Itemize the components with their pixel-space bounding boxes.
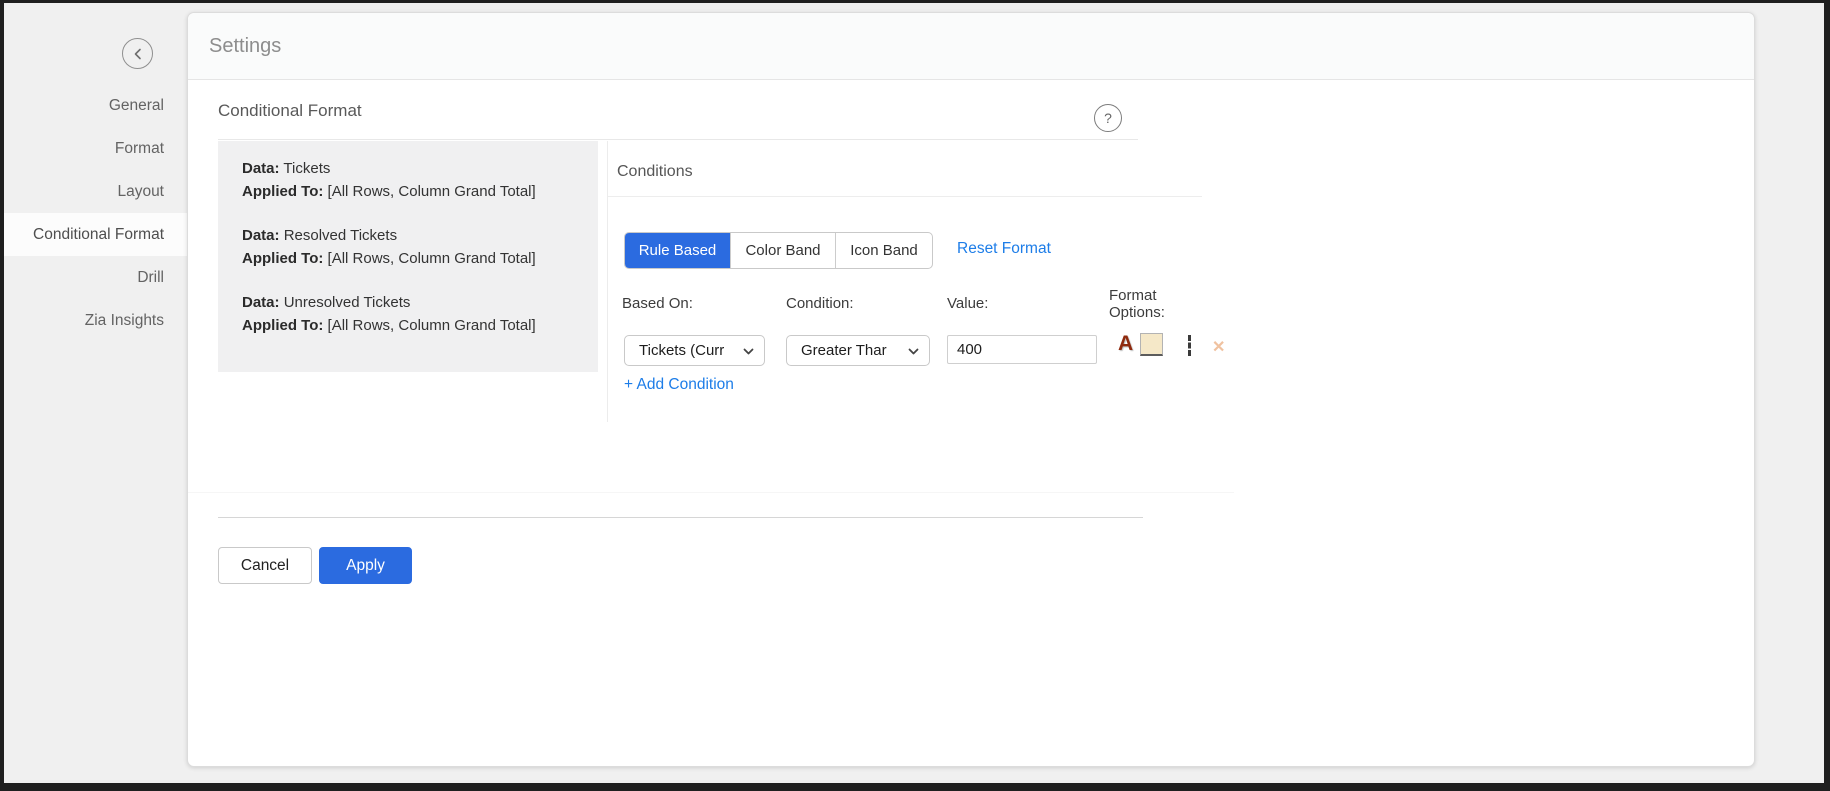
sidebar-item-conditional-format[interactable]: Conditional Format bbox=[4, 213, 187, 256]
background-color-swatch-icon[interactable] bbox=[1140, 333, 1163, 356]
list-item[interactable]: Data: Unresolved Tickets Applied To: [Al… bbox=[242, 291, 580, 337]
data-label: Data: bbox=[242, 160, 280, 177]
page-title: Settings bbox=[209, 35, 281, 58]
condition-label: Condition: bbox=[786, 295, 854, 312]
tab-rule-based[interactable]: Rule Based bbox=[625, 233, 731, 268]
applied-to-value: [All Rows, Column Grand Total] bbox=[328, 250, 536, 267]
sidebar-item-format[interactable]: Format bbox=[4, 127, 187, 170]
conditional-format-data-list: Data: Tickets Applied To: [All Rows, Col… bbox=[218, 141, 598, 372]
applied-to-label: Applied To: bbox=[242, 250, 323, 267]
tab-color-band[interactable]: Color Band bbox=[731, 233, 836, 268]
condition-selected-value: Greater Thar bbox=[801, 342, 887, 359]
applied-to-label: Applied To: bbox=[242, 183, 323, 200]
vertical-divider bbox=[607, 141, 608, 422]
section-faint-divider bbox=[188, 492, 1234, 493]
based-on-selected-value: Tickets (Curr bbox=[639, 342, 724, 359]
cancel-button[interactable]: Cancel bbox=[218, 547, 312, 584]
chevron-left-icon bbox=[133, 48, 143, 60]
back-button[interactable] bbox=[122, 38, 153, 69]
sidebar-item-layout[interactable]: Layout bbox=[4, 170, 187, 213]
add-condition-link[interactable]: + Add Condition bbox=[624, 376, 734, 394]
apply-button[interactable]: Apply bbox=[319, 547, 412, 584]
sidebar-item-drill[interactable]: Drill bbox=[4, 256, 187, 299]
sidebar-item-general[interactable]: General bbox=[4, 84, 187, 127]
conditions-heading: Conditions bbox=[617, 163, 693, 181]
settings-panel: Settings Conditional Format ? Data: Tick… bbox=[187, 12, 1755, 767]
value-input[interactable] bbox=[947, 335, 1097, 364]
data-label: Data: bbox=[242, 294, 280, 311]
data-value: Resolved Tickets bbox=[284, 227, 397, 244]
conditions-divider bbox=[608, 196, 1202, 197]
panel-header: Settings bbox=[188, 13, 1754, 80]
format-options-label: Format Options: bbox=[1109, 287, 1165, 321]
section-title: Conditional Format bbox=[218, 101, 362, 121]
chevron-down-icon bbox=[908, 342, 919, 359]
tab-icon-band[interactable]: Icon Band bbox=[836, 233, 932, 268]
based-on-select[interactable]: Tickets (Curr bbox=[624, 335, 765, 366]
border-style-icon[interactable] bbox=[1188, 335, 1191, 356]
format-options-label-line1: Format bbox=[1109, 287, 1165, 304]
data-value: Unresolved Tickets bbox=[284, 294, 411, 311]
value-label: Value: bbox=[947, 295, 988, 312]
applied-to-value: [All Rows, Column Grand Total] bbox=[328, 317, 536, 334]
remove-condition-icon[interactable]: ✕ bbox=[1212, 337, 1225, 357]
settings-sidebar: General Format Layout Conditional Format… bbox=[4, 84, 187, 342]
font-color-icon[interactable]: A bbox=[1118, 332, 1133, 356]
title-divider bbox=[218, 139, 1138, 140]
footer-divider bbox=[218, 517, 1143, 518]
data-label: Data: bbox=[242, 227, 280, 244]
reset-format-link[interactable]: Reset Format bbox=[957, 240, 1051, 258]
chevron-down-icon bbox=[743, 342, 754, 359]
list-item[interactable]: Data: Resolved Tickets Applied To: [All … bbox=[242, 224, 580, 270]
list-item[interactable]: Data: Tickets Applied To: [All Rows, Col… bbox=[242, 157, 580, 203]
band-type-tabs: Rule Based Color Band Icon Band bbox=[624, 232, 933, 269]
help-button[interactable]: ? bbox=[1094, 104, 1122, 132]
applied-to-value: [All Rows, Column Grand Total] bbox=[328, 183, 536, 200]
format-options-label-line2: Options: bbox=[1109, 304, 1165, 321]
sidebar-item-zia-insights[interactable]: Zia Insights bbox=[4, 299, 187, 342]
question-mark-icon: ? bbox=[1104, 110, 1112, 126]
based-on-label: Based On: bbox=[622, 295, 693, 312]
settings-page: General Format Layout Conditional Format… bbox=[0, 0, 1830, 791]
applied-to-label: Applied To: bbox=[242, 317, 323, 334]
condition-select[interactable]: Greater Thar bbox=[786, 335, 930, 366]
data-value: Tickets bbox=[283, 160, 330, 177]
